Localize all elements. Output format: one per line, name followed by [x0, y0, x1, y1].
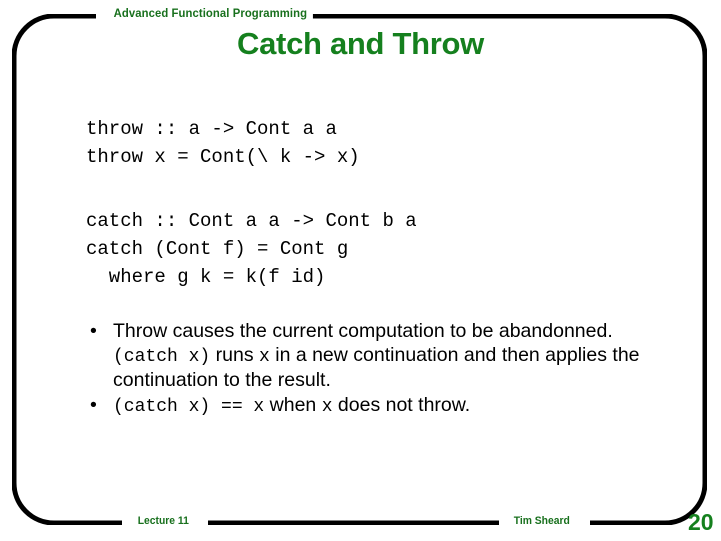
bullet-text-run: Throw causes the current computation to … — [113, 320, 613, 342]
bullet-marker-icon: • — [90, 320, 97, 342]
bullet-text-run: when — [264, 393, 322, 416]
bullet-code-run: (catch x) — [113, 346, 211, 367]
page-number: 20 — [688, 509, 714, 535]
bullet-text-run: does not throw. — [332, 393, 471, 416]
bullet-code-run: x — [321, 396, 333, 417]
bullet-code-run: x — [259, 346, 270, 367]
code-block-catch: catch :: Cont a a -> Cont b a catch (Con… — [86, 210, 417, 288]
footer-author-label: Tim Sheard — [509, 514, 575, 528]
slide-title: Catch and Throw — [237, 26, 484, 61]
footer-lecture-label: Lecture 11 — [133, 514, 194, 528]
code-block-throw: throw :: a -> Cont a a throw x = Cont(\ … — [86, 118, 360, 168]
bullet-item: • Throw causes the current computation to… — [78, 320, 678, 393]
bullet-list: • Throw causes the current computation to… — [78, 320, 678, 420]
bullet-text-run: runs — [210, 343, 259, 366]
bullet-code-run: (catch x) == x — [113, 396, 265, 417]
bullet-marker-icon: • — [90, 393, 97, 416]
bullet-item: • (catch x) == x when x does not throw. — [78, 394, 678, 420]
slide-kicker-label: Advanced Functional Programming — [108, 6, 313, 21]
